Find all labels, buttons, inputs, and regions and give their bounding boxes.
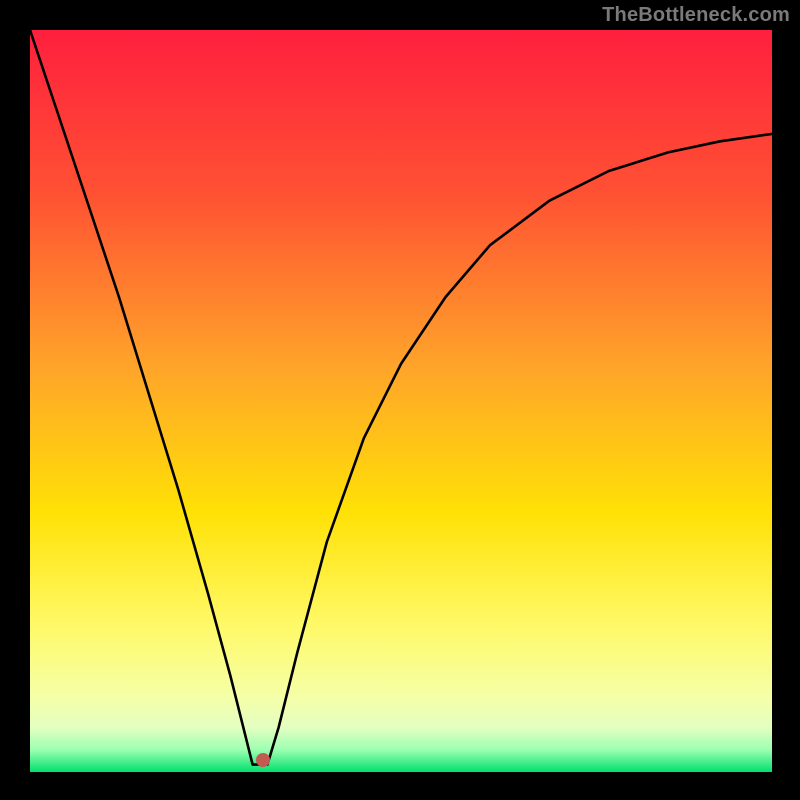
watermark-label: TheBottleneck.com [602, 4, 790, 27]
optimal-point-icon [256, 753, 270, 767]
bottleneck-curve [30, 30, 772, 772]
curve-path [30, 30, 772, 765]
chart-stage: TheBottleneck.com [0, 0, 800, 800]
plot-area [30, 30, 772, 772]
